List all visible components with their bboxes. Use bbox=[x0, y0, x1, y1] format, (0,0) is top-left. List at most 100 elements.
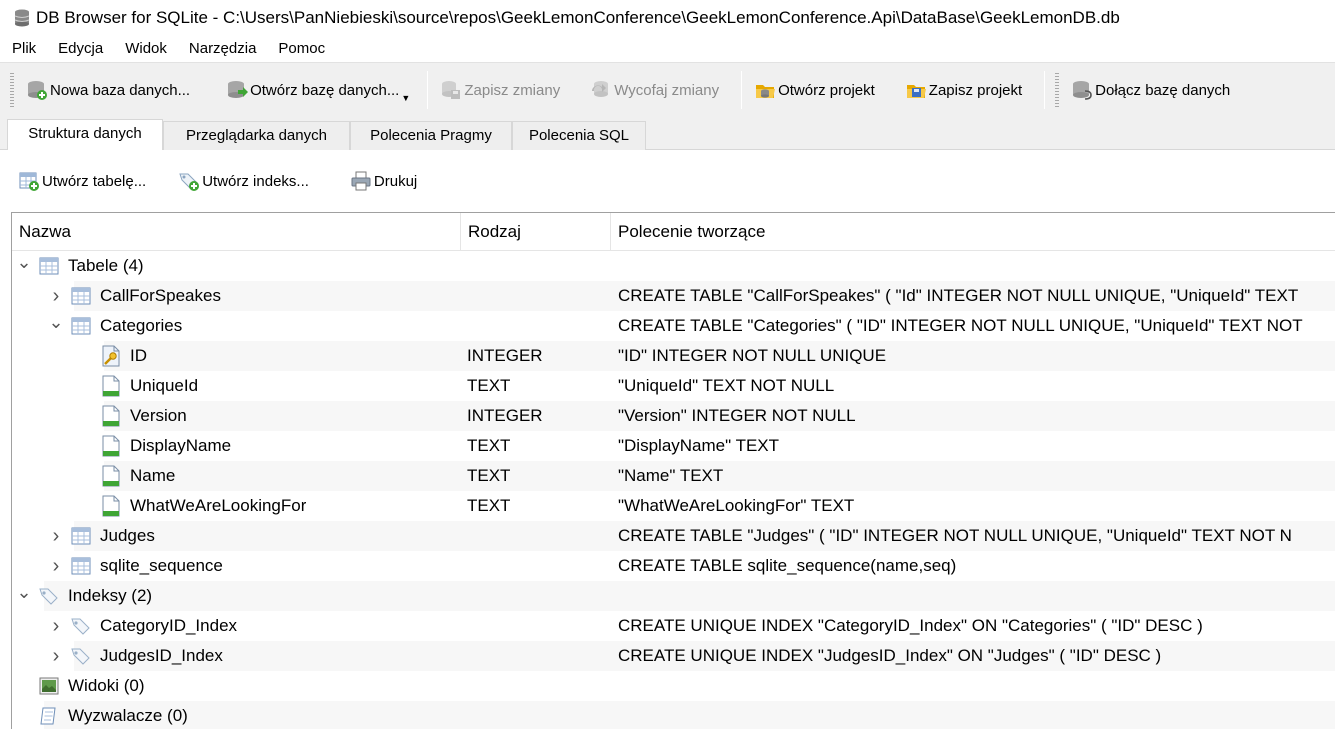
open-database-dropdown-icon[interactable]: ▼ bbox=[401, 93, 411, 103]
tab-browse-data[interactable]: Przeglądarka danych bbox=[163, 121, 350, 150]
tree-item-schema: CREATE TABLE "Categories" ( "ID" INTEGER… bbox=[618, 316, 1303, 335]
tree-item-name-cell: DisplayName bbox=[78, 431, 231, 461]
index-icon bbox=[38, 585, 60, 607]
table-icon bbox=[70, 525, 92, 547]
revert-changes-button[interactable]: Wycofaj zmiany bbox=[586, 73, 727, 107]
main-tab-bar: Struktura danych Przeglądarka danych Pol… bbox=[0, 117, 1335, 150]
menu-edit[interactable]: Edycja bbox=[47, 36, 114, 62]
tree-row[interactable]: › sqlite_sequence CREATE TABLE sqlite_sequ… bbox=[12, 551, 1335, 581]
tree-row[interactable]: ⌄ Tabele (4) bbox=[12, 251, 1335, 281]
tab-execute-sql[interactable]: Polecenia SQL bbox=[512, 121, 646, 150]
tree-row[interactable]: ⌄ Indeksy (2) bbox=[12, 581, 1335, 611]
collapse-arrow-icon[interactable]: ⌄ bbox=[48, 312, 64, 332]
tree-item-type: INTEGER bbox=[467, 406, 543, 425]
expand-arrow-icon[interactable]: › bbox=[48, 641, 64, 671]
tree-row[interactable]: Name TEXT "Name" TEXT bbox=[12, 461, 1335, 491]
tree-item-schema: "UniqueId" TEXT NOT NULL bbox=[618, 376, 835, 395]
revert-changes-icon bbox=[592, 81, 609, 97]
tree-item-schema: "Version" INTEGER NOT NULL bbox=[618, 406, 856, 425]
open-project-button[interactable]: Otwórz projekt bbox=[750, 73, 883, 107]
create-table-button[interactable]: Utwórz tabelę... bbox=[18, 164, 156, 198]
menu-view[interactable]: Widok bbox=[114, 36, 178, 62]
create-index-button[interactable]: Utwórz indeks... bbox=[174, 164, 319, 198]
toolbar-grip[interactable] bbox=[1055, 73, 1060, 107]
tree-row[interactable]: WhatWeAreLookingFor TEXT "WhatWeAreLooking… bbox=[12, 491, 1335, 521]
tree-header: Nazwa Rodzaj Polecenie tworzące bbox=[12, 213, 1335, 251]
attach-database-icon bbox=[1073, 81, 1092, 100]
column-header-name[interactable]: Nazwa bbox=[12, 213, 461, 251]
open-project-icon bbox=[756, 85, 776, 98]
tree-item-label: ID bbox=[130, 346, 147, 365]
create-table-label: Utwórz tabelę... bbox=[42, 172, 147, 190]
tree-item-schema: CREATE UNIQUE INDEX "JudgesID_Index" ON … bbox=[618, 646, 1162, 665]
save-project-label: Zapisz projekt bbox=[928, 81, 1023, 99]
open-database-icon bbox=[228, 81, 249, 98]
attach-database-button[interactable]: Dołącz bazę danych bbox=[1067, 73, 1238, 107]
tree-item-type: TEXT bbox=[467, 496, 511, 515]
menu-help[interactable]: Pomoc bbox=[267, 36, 336, 62]
field-icon bbox=[100, 495, 122, 517]
tree-item-name-cell: Wyzwalacze (0) bbox=[16, 701, 188, 729]
tree-item-name-cell: ⌄ Indeksy (2) bbox=[16, 581, 152, 611]
field-icon bbox=[100, 465, 122, 487]
collapse-arrow-icon[interactable]: ⌄ bbox=[16, 582, 32, 602]
tree-item-schema: "ID" INTEGER NOT NULL UNIQUE bbox=[618, 346, 887, 365]
tree-row[interactable]: ID INTEGER "ID" INTEGER NOT NULL UNIQUE bbox=[12, 341, 1335, 371]
tree-item-label: Name bbox=[130, 466, 176, 485]
tree-row[interactable]: Widoki (0) bbox=[12, 671, 1335, 701]
expand-arrow-icon[interactable]: › bbox=[48, 551, 64, 581]
tree-item-name-cell: › CallForSpeakes bbox=[48, 281, 221, 311]
tab-edit-pragmas[interactable]: Polecenia Pragmy bbox=[350, 121, 512, 150]
tree-item-label: Categories bbox=[100, 316, 183, 335]
tree-row[interactable]: Wyzwalacze (0) bbox=[12, 701, 1335, 729]
tree-item-label: Version bbox=[130, 406, 187, 425]
column-header-type[interactable]: Rodzaj bbox=[461, 213, 611, 251]
tree-item-label: JudgesID_Index bbox=[100, 646, 223, 665]
toolbar-grip[interactable] bbox=[10, 73, 14, 107]
open-project-label: Otwórz projekt bbox=[778, 81, 875, 99]
open-database-label: Otwórz bazę danych... bbox=[250, 81, 400, 99]
expand-arrow-icon[interactable]: › bbox=[48, 611, 64, 641]
create-index-label: Utwórz indeks... bbox=[202, 172, 309, 190]
collapse-arrow-icon[interactable]: ⌄ bbox=[16, 252, 32, 272]
tree-row[interactable]: › JudgesID_Index CREATE UNIQUE INDEX "Judg… bbox=[12, 641, 1335, 671]
tab-database-structure[interactable]: Struktura danych bbox=[7, 119, 163, 150]
tree-item-type: INTEGER bbox=[467, 346, 543, 365]
menu-tools[interactable]: Narzędzia bbox=[178, 36, 268, 62]
tree-row[interactable]: Version INTEGER "Version" INTEGER NOT NULL bbox=[12, 401, 1335, 431]
tree-row[interactable]: › Judges CREATE TABLE "Judges" ( "ID" INTE… bbox=[12, 521, 1335, 551]
tree-item-label: CallForSpeakes bbox=[100, 286, 221, 305]
print-button[interactable]: Drukuj bbox=[346, 164, 427, 198]
expand-arrow-icon[interactable]: › bbox=[48, 521, 64, 551]
tree-row[interactable]: › CallForSpeakes CREATE TABLE "CallForSpea… bbox=[12, 281, 1335, 311]
key-field-icon bbox=[100, 345, 122, 367]
menu-file[interactable]: Plik bbox=[0, 36, 47, 62]
print-label: Drukuj bbox=[373, 172, 418, 190]
tree-item-schema: CREATE UNIQUE INDEX "CategoryID_Index" O… bbox=[618, 616, 1203, 635]
write-changes-label: Zapisz zmiany bbox=[464, 81, 561, 99]
new-database-button[interactable]: Nowa baza danych... bbox=[22, 73, 198, 107]
tree-row[interactable]: UniqueId TEXT "UniqueId" TEXT NOT NULL bbox=[12, 371, 1335, 401]
menu-bar: Plik Edycja Widok Narzędzia Pomoc bbox=[0, 36, 1335, 62]
write-changes-button[interactable]: Zapisz zmiany bbox=[436, 73, 568, 107]
tree-row[interactable]: ⌄ Categories CREATE TABLE "Categories" ( "… bbox=[12, 311, 1335, 341]
column-header-schema[interactable]: Polecenie tworzące bbox=[611, 213, 1335, 251]
tree-item-label: Judges bbox=[100, 526, 155, 545]
schema-tree[interactable]: Nazwa Rodzaj Polecenie tworzące ⌄ Tabele … bbox=[11, 212, 1335, 729]
expand-arrow-icon[interactable]: › bbox=[48, 281, 64, 311]
tree-item-type: TEXT bbox=[467, 376, 511, 395]
write-changes-icon bbox=[442, 81, 461, 99]
tree-item-name-cell: › CategoryID_Index bbox=[48, 611, 237, 641]
toolbar-separator bbox=[1044, 71, 1046, 109]
revert-changes-label: Wycofaj zmiany bbox=[614, 81, 720, 99]
tree-item-label: Indeksy (2) bbox=[68, 586, 153, 605]
view-icon bbox=[38, 675, 60, 697]
tree-row[interactable]: DisplayName TEXT "DisplayName" TEXT bbox=[12, 431, 1335, 461]
tree-item-name-cell: › sqlite_sequence bbox=[48, 551, 223, 581]
tree-rows: ⌄ Tabele (4) › CallForSpeakes CREATE TABLE "… bbox=[12, 251, 1335, 729]
open-database-button[interactable]: Otwórz bazę danych... ▼ bbox=[222, 73, 419, 107]
field-icon bbox=[100, 405, 122, 427]
tree-row[interactable]: › CategoryID_Index CREATE UNIQUE INDEX "Ca… bbox=[12, 611, 1335, 641]
save-project-button[interactable]: Zapisz projekt bbox=[901, 73, 1030, 107]
tree-item-name-cell: WhatWeAreLookingFor bbox=[78, 491, 306, 521]
